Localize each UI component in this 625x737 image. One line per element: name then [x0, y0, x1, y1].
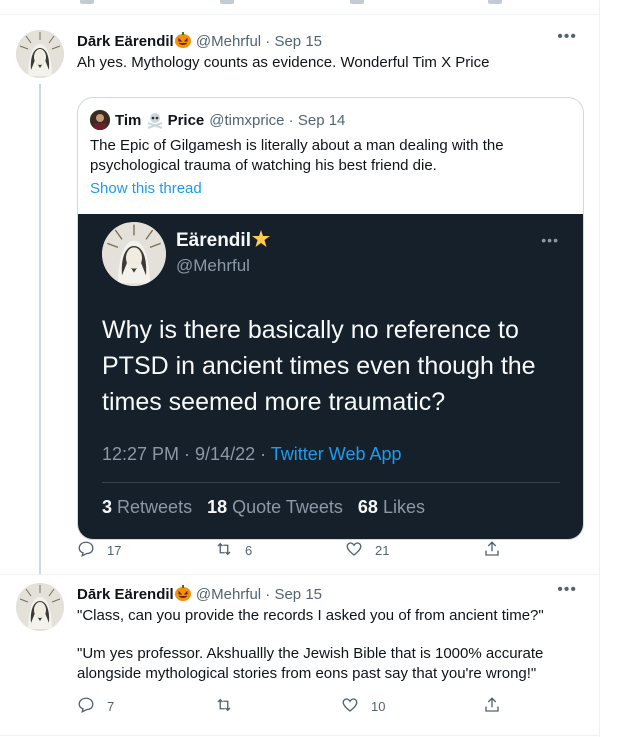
share-button[interactable]: [483, 540, 501, 561]
glowing-star-icon: [251, 230, 271, 251]
screenshot-text: Why is there basically no reference to P…: [102, 316, 536, 416]
share-icon: [483, 696, 501, 717]
jack-o-lantern-icon: [174, 32, 192, 50]
quote-text: The Epic of Gilgamesh is literally about…: [90, 137, 504, 174]
quote-author-name-suffix[interactable]: Price: [168, 112, 205, 129]
quote-handle-date[interactable]: @timxprice · Sep 14: [209, 112, 345, 129]
more-icon[interactable]: •••: [557, 581, 577, 599]
reply-count: 7: [107, 699, 115, 714]
previous-tweet-actions-cutoff: [0, 0, 600, 6]
reply-icon: [77, 696, 95, 717]
thread-line: [39, 84, 41, 574]
handle-date[interactable]: @Mehrful · Sep 15: [196, 586, 322, 603]
like-button[interactable]: 10: [341, 696, 385, 717]
tweet-actions: 7 10: [77, 696, 507, 716]
tweet-text: Ah yes. Mythology counts as evidence. Wo…: [77, 54, 490, 71]
show-thread-link[interactable]: Show this thread: [90, 180, 202, 197]
quote-header: Tim Price @timxprice · Sep 14: [90, 110, 345, 130]
screenshot-timestamp: 12:27 PM · 9/14/22 · Twitter Web App: [102, 444, 402, 464]
tweet-1[interactable]: Dārk Eärendil @Mehrful · Sep 15 ••• Ah y…: [0, 14, 599, 574]
avatar[interactable]: [16, 583, 64, 631]
author-name[interactable]: Dārk Eärendil: [77, 33, 174, 50]
screenshot-stats: 3 Retweets 18 Quote Tweets 68 Likes: [102, 497, 425, 517]
tweet-header: Dārk Eärendil @Mehrful · Sep 15: [77, 584, 322, 603]
screenshot-more-icon: •••: [541, 232, 559, 248]
like-count: 10: [371, 699, 386, 714]
skull-crossbones-icon: [146, 111, 164, 130]
handle-date[interactable]: @Mehrful · Sep 15: [196, 33, 322, 50]
tweet-text-line-2: "Um yes professor. Akshuallly the Jewish…: [77, 645, 544, 682]
screenshot-handle: @Mehrful: [176, 256, 250, 275]
like-count: 21: [375, 543, 390, 558]
quote-avatar: [90, 110, 110, 130]
reply-button[interactable]: 17: [77, 540, 121, 561]
reply-icon: [77, 540, 95, 561]
retweet-count: 6: [245, 543, 253, 558]
quoted-tweet[interactable]: Tim Price @timxprice · Sep 14 The Epic o…: [77, 97, 584, 540]
screenshot-divider: [102, 482, 560, 483]
tweet-header: Dārk Eärendil @Mehrful · Sep 15: [77, 31, 322, 50]
tweet-text-line-1: "Class, can you provide the records I as…: [77, 607, 544, 624]
retweet-icon: [215, 696, 233, 717]
heart-icon: [345, 540, 363, 561]
tweet-screenshot-image[interactable]: Eärendil @Mehrful ••• Why is there basic…: [78, 214, 583, 539]
retweet-button[interactable]: 6: [215, 540, 252, 561]
avatar[interactable]: [16, 30, 64, 78]
tweet-actions: 17 6 21: [77, 540, 507, 560]
retweet-button[interactable]: [215, 696, 245, 717]
divider: [0, 735, 599, 736]
quote-author-name[interactable]: Tim: [115, 112, 141, 129]
heart-icon: [341, 696, 359, 717]
screenshot-name: Eärendil: [176, 229, 271, 252]
share-icon: [483, 540, 501, 561]
like-button[interactable]: 21: [345, 540, 389, 561]
author-name[interactable]: Dārk Eärendil: [77, 586, 174, 603]
share-button[interactable]: [483, 696, 501, 717]
retweet-icon: [215, 540, 233, 561]
jack-o-lantern-icon: [174, 585, 192, 603]
timeline-border: [599, 0, 600, 737]
reply-count: 17: [107, 543, 122, 558]
tweet-2[interactable]: Dārk Eärendil @Mehrful · Sep 15 ••• "Cla…: [0, 574, 599, 737]
screenshot-avatar: [102, 222, 166, 286]
reply-button[interactable]: 7: [77, 696, 114, 717]
more-icon[interactable]: •••: [557, 28, 577, 46]
screenshot-source: Twitter Web App: [270, 444, 402, 464]
